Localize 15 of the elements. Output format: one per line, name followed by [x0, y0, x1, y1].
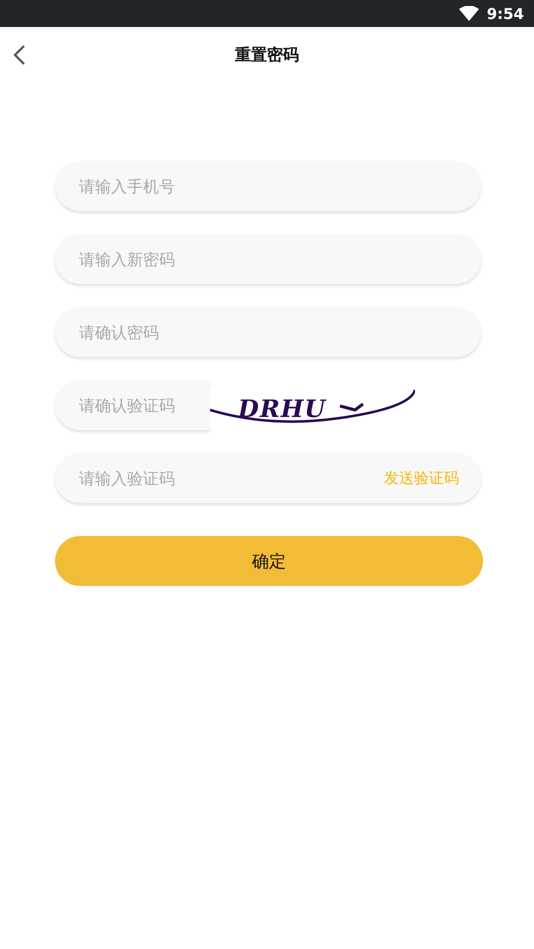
text-input[interactable]: 请确认密码: [77, 322, 459, 342]
text-input[interactable]: 请输入手机号: [77, 176, 459, 196]
confirm-button[interactable]: 确定: [55, 536, 483, 586]
page-title: 重置密码: [235, 45, 299, 66]
captcha-text: DRHU: [238, 394, 326, 422]
status-time: 9:54: [486, 4, 524, 22]
input-field[interactable]: 请输入新密码: [55, 234, 481, 284]
text-input[interactable]: 请输入新密码: [77, 248, 459, 270]
input-field[interactable]: 请输入手机号: [55, 161, 481, 211]
captcha-input-field[interactable]: 请确认验证码: [55, 380, 210, 430]
text-input[interactable]: 请确认验证码: [77, 394, 188, 416]
back-icon[interactable]: [12, 44, 26, 66]
text-input[interactable]: 请输入验证码: [77, 468, 384, 488]
wifi-icon: [458, 6, 479, 21]
input-field[interactable]: 请确认密码: [55, 307, 481, 357]
